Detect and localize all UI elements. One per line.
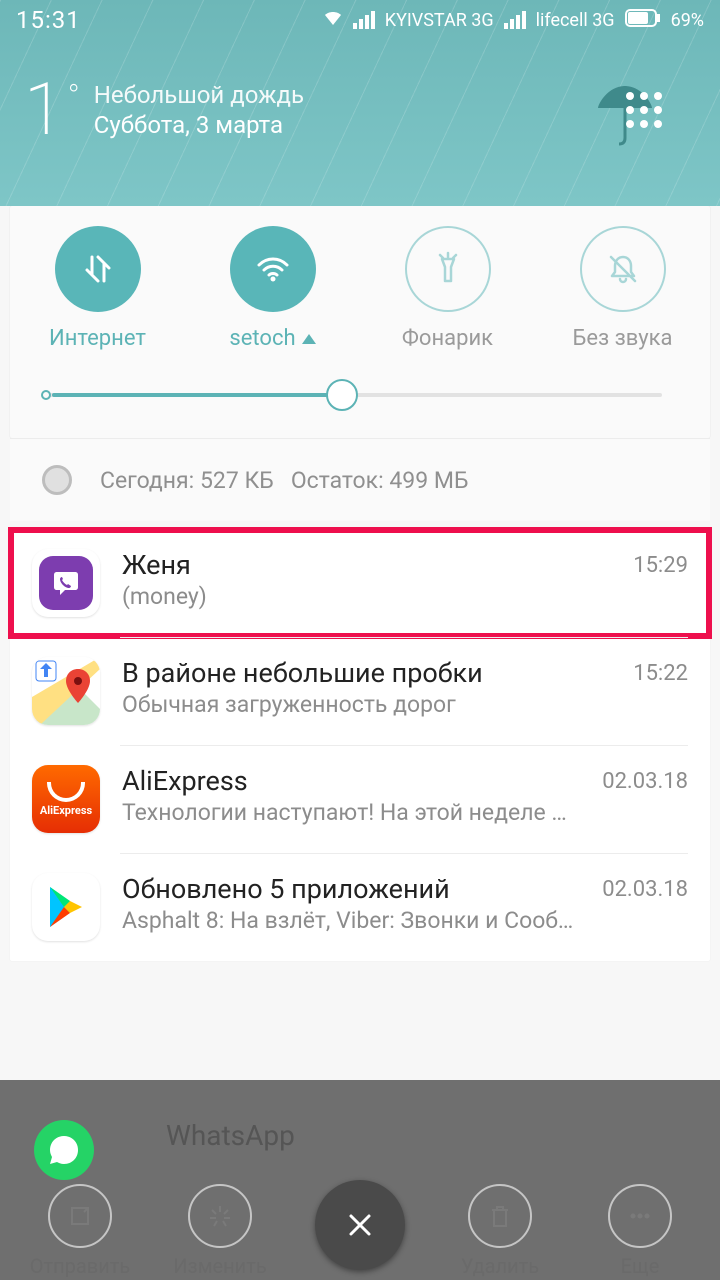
notification-title: Обновлено 5 приложений (122, 873, 580, 905)
battery-percent: 69% (671, 10, 704, 31)
toggle-wifi[interactable]: setoch (185, 226, 360, 351)
notification-time: 15:29 (633, 553, 688, 578)
temperature: 1° (24, 74, 80, 146)
toggle-flashlight[interactable]: Фонарик (360, 226, 535, 351)
toggle-wifi-label: setoch (229, 326, 295, 351)
notification-subtitle: Обычная загруженность дорог (122, 691, 611, 718)
signal-bars-2-icon (504, 11, 526, 29)
clock: 15:31 (16, 6, 81, 34)
play-store-app-icon (32, 873, 100, 941)
maps-app-icon (32, 657, 100, 725)
apps-grid-icon[interactable] (626, 92, 662, 128)
carrier-1: KYIVSTAR 3G (385, 10, 494, 31)
notification-viber[interactable]: Женя (money) 15:29 (10, 529, 710, 637)
action-edit[interactable]: Изменить (155, 1184, 285, 1278)
wifi-icon (323, 9, 343, 32)
notification-title: AliExpress (122, 765, 580, 797)
viber-app-icon (32, 549, 100, 617)
dropdown-triangle-icon (302, 334, 316, 344)
notification-aliexpress[interactable]: AliExpress AliExpress Технологии наступа… (10, 745, 710, 853)
toggle-internet-label: Интернет (49, 326, 146, 351)
notification-subtitle: Технологии наступают! На этой неделе — г… (122, 799, 580, 826)
toggle-flashlight-label: Фонарик (402, 326, 493, 351)
quick-toggles: Интернет setoch Фонарик Без звука (10, 206, 710, 361)
whatsapp-label: WhatsApp (166, 1119, 295, 1152)
notification-time: 15:22 (633, 661, 688, 686)
notification-title: В районе небольшие пробки (122, 657, 611, 689)
whatsapp-row: WhatsApp (0, 1080, 720, 1184)
close-button[interactable] (315, 1180, 405, 1270)
data-usage-row[interactable]: Сегодня: 527 КБ Остаток: 499 МБ (10, 438, 710, 521)
toggle-silent-label: Без звука (572, 326, 672, 351)
battery-icon (625, 9, 661, 32)
notification-time: 02.03.18 (602, 877, 688, 902)
background-overlay: WhatsApp Отправить Изменить . Удалить Ещ… (0, 1080, 720, 1280)
carrier-2: lifecell 3G (536, 10, 615, 31)
aliexpress-app-icon: AliExpress (32, 765, 100, 833)
toggle-internet[interactable]: Интернет (10, 226, 185, 351)
weather-condition: Небольшой дождь (94, 81, 304, 109)
action-more[interactable]: Еще (575, 1184, 705, 1278)
brightness-slider[interactable] (10, 361, 710, 438)
notification-time: 02.03.18 (602, 769, 688, 794)
brightness-thumb[interactable] (326, 379, 358, 411)
notification-subtitle: (money) (122, 583, 611, 610)
action-delete[interactable]: Удалить (435, 1184, 565, 1278)
whatsapp-icon (34, 1120, 94, 1180)
notification-subtitle: Asphalt 8: На взлёт, Viber: Звонки и Соо… (122, 907, 580, 934)
notification-maps[interactable]: В районе небольшие пробки Обычная загруж… (10, 637, 710, 745)
notification-title: Женя (122, 549, 611, 581)
notifications-list: Женя (money) 15:29 В районе небольшие пр… (10, 529, 710, 961)
data-usage-indicator-icon (42, 465, 72, 495)
action-send[interactable]: Отправить (15, 1184, 145, 1278)
weather-date: Суббота, 3 марта (94, 111, 304, 139)
signal-bars-1-icon (353, 11, 375, 29)
notification-play[interactable]: Обновлено 5 приложений Asphalt 8: На взл… (10, 853, 710, 961)
status-bar: 15:31 KYIVSTAR 3G lifecell 3G 69% (0, 0, 720, 40)
toggle-silent[interactable]: Без звука (535, 226, 710, 351)
